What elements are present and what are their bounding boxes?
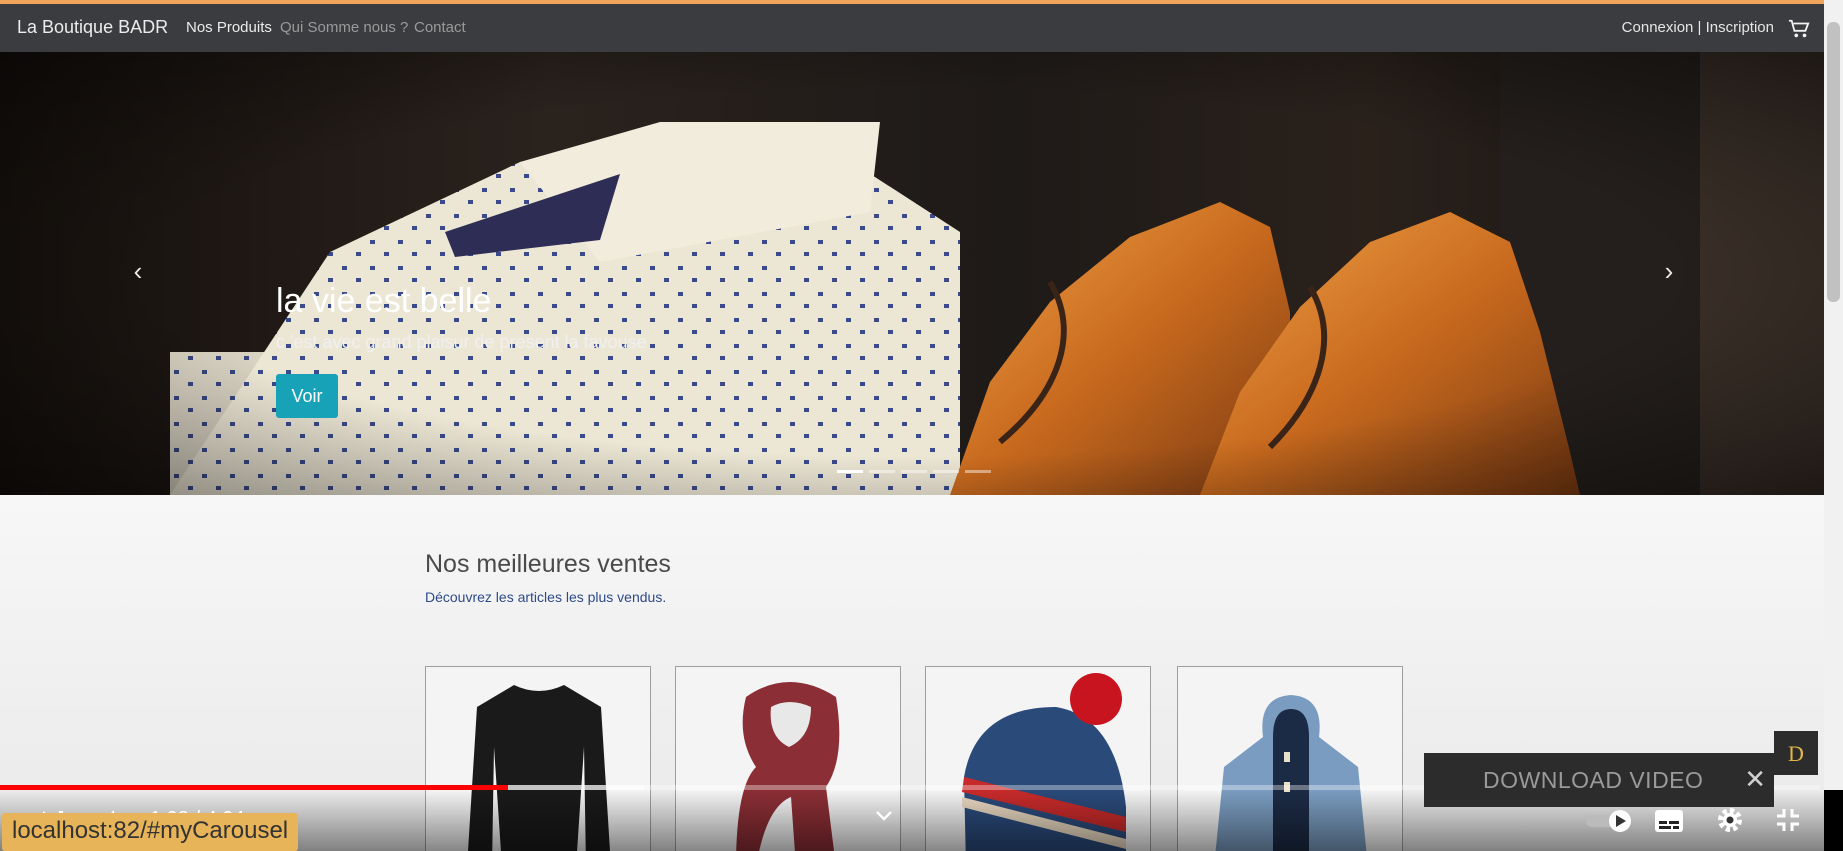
settings-gear-icon[interactable]: [1716, 806, 1744, 834]
exit-fullscreen-icon[interactable]: [1774, 806, 1802, 834]
close-download-button[interactable]: ✕: [1744, 764, 1766, 795]
auth-links[interactable]: Connexion | Inscription: [1622, 19, 1774, 36]
autoplay-toggle-icon[interactable]: [1584, 808, 1634, 834]
nav-link-contact[interactable]: Contact: [414, 19, 466, 36]
carousel-indicator[interactable]: [933, 470, 959, 473]
cart-icon[interactable]: [1788, 18, 1810, 40]
extension-logo[interactable]: D: [1774, 731, 1818, 775]
hero-subtitle: c 'est avec grand plaisur de present la …: [276, 332, 647, 352]
carousel-indicator[interactable]: [965, 470, 991, 473]
download-video-label[interactable]: DOWNLOAD VIDEO: [1483, 767, 1703, 794]
carousel-next-arrow[interactable]: ›: [1657, 256, 1681, 286]
carousel-prev-arrow[interactable]: ‹: [126, 256, 150, 286]
carousel-indicators: [837, 470, 997, 474]
video-played-bar[interactable]: [0, 785, 508, 790]
carousel-indicator[interactable]: [869, 470, 895, 473]
hero-carousel: ‹ › la vie est belle c 'est avec grand p…: [0, 52, 1824, 495]
section-title: Nos meilleures ventes: [425, 550, 671, 578]
scrollbar-thumb[interactable]: [1827, 22, 1840, 302]
carousel-indicator[interactable]: [837, 470, 863, 473]
section-subtitle: Découvrez les articles les plus vendus.: [425, 589, 667, 605]
brand-link[interactable]: La Boutique BADR: [17, 17, 168, 38]
svg-text:D: D: [1788, 741, 1804, 766]
chevron-down-icon[interactable]: [874, 808, 894, 824]
nav-link-produits[interactable]: Nos Produits: [186, 19, 272, 36]
hero-background-image: [0, 52, 1824, 495]
subtitles-icon[interactable]: [1654, 808, 1684, 834]
d-logo-icon: D: [1788, 741, 1804, 766]
nav-link-qui-somme-nous[interactable]: Qui Somme nous ?: [280, 19, 408, 36]
voir-button[interactable]: Voir: [276, 374, 338, 418]
carousel-indicator[interactable]: [901, 470, 927, 473]
download-video-banner[interactable]: DOWNLOAD VIDEO ✕: [1424, 753, 1774, 807]
hero-title: la vie est belle: [276, 282, 492, 320]
link-status-url: localhost:82/#myCarousel: [2, 813, 299, 851]
navbar: La Boutique BADR Nos Produits Qui Somme …: [0, 4, 1824, 52]
